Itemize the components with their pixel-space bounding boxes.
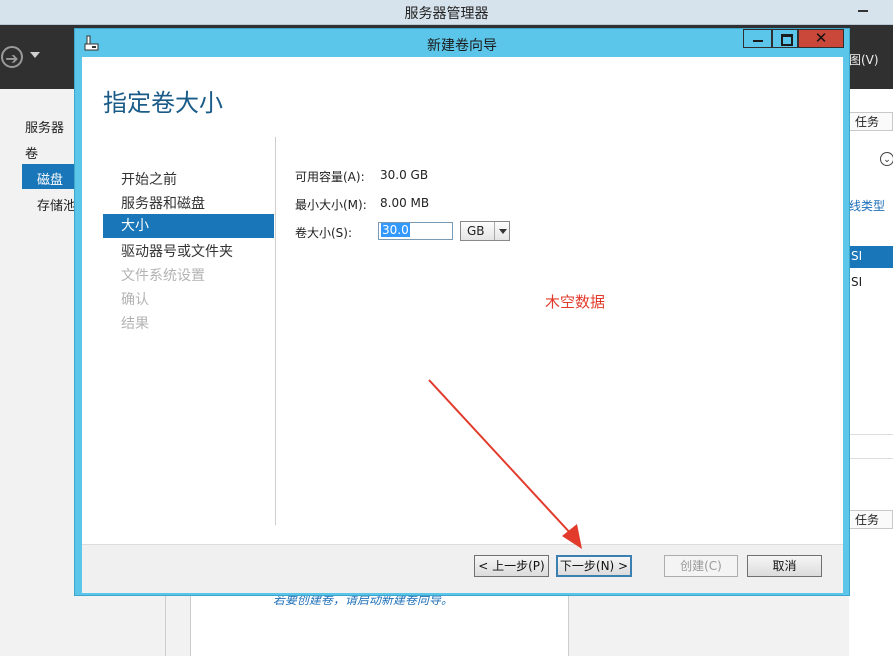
next-button[interactable]: 下一步(N) >	[556, 555, 632, 577]
minimize-icon[interactable]	[743, 29, 772, 48]
nav-item-storage-pools[interactable]: 存储池	[37, 195, 76, 214]
back-arrow-icon[interactable]: ➔	[1, 46, 23, 68]
view-menu[interactable]: 图(V)	[849, 51, 879, 68]
page-title: 指定卷大小	[103, 89, 223, 117]
volume-size-input[interactable]: 30.0	[378, 222, 453, 240]
maximize-icon[interactable]	[772, 29, 798, 48]
wizard-step-results: 结果	[121, 316, 149, 332]
close-icon[interactable]: ✕	[798, 29, 844, 48]
divider	[849, 458, 893, 459]
nav-item-disks[interactable]: 磁盘	[37, 169, 63, 188]
divider	[165, 595, 166, 656]
wizard-step-file-system: 文件系统设置	[121, 268, 205, 284]
wizard-step-size[interactable]: 大小	[103, 214, 274, 238]
table-cell: SI	[851, 275, 863, 289]
wizard-step-before-you-begin[interactable]: 开始之前	[103, 168, 274, 192]
dropdown-icon[interactable]	[30, 52, 40, 58]
create-button: 创建(C)	[664, 555, 738, 577]
size-unit-select[interactable]: GB	[460, 221, 510, 241]
available-capacity-value: 30.0 GB	[380, 168, 429, 182]
divider	[275, 137, 276, 525]
nav-item-volumes[interactable]: 卷	[25, 143, 38, 162]
table-cell: SI	[851, 249, 863, 263]
dialog-footer: < 上一步(P) 下一步(N) > 创建(C) 取消	[82, 544, 843, 593]
select-arrow-icon[interactable]	[494, 222, 510, 240]
nav-item-servers[interactable]: 服务器	[25, 117, 64, 136]
minimum-size-label: 最小大小(M):	[295, 198, 367, 212]
tasks-button-top[interactable]: 任务	[849, 112, 893, 131]
column-header-type[interactable]: 线类型	[849, 197, 885, 214]
watermark-text: 木空数据	[545, 293, 606, 311]
volume-size-value[interactable]: 30.0	[381, 223, 410, 237]
chevron-icon[interactable]: ⌄	[880, 152, 893, 166]
dialog-title: 新建卷向导	[427, 38, 497, 54]
previous-button[interactable]: < 上一步(P)	[474, 555, 549, 577]
minimum-size-value: 8.00 MB	[380, 196, 430, 210]
server-manager-content	[849, 89, 893, 656]
wizard-step-confirmation: 确认	[121, 292, 149, 308]
size-unit-value: GB	[467, 224, 485, 238]
cancel-button[interactable]: 取消	[747, 555, 822, 577]
server-manager-titlebar: 服务器管理器	[0, 0, 893, 25]
new-volume-wizard: 新建卷向导 ✕ 指定卷大小 开始之前 服务器和磁盘 大小 驱动器号或文件夹 文件…	[75, 29, 849, 595]
tasks-button-bottom[interactable]: 任务	[849, 510, 893, 529]
dialog-body: 指定卷大小 开始之前 服务器和磁盘 大小 驱动器号或文件夹 文件系统设置 确认 …	[82, 57, 843, 544]
divider	[849, 434, 893, 435]
wizard-step-server-and-disk[interactable]: 服务器和磁盘	[103, 192, 274, 216]
available-capacity-label: 可用容量(A):	[295, 170, 365, 184]
volume-size-label: 卷大小(S):	[295, 226, 353, 240]
server-manager-title: 服务器管理器	[404, 6, 489, 22]
minimize-icon[interactable]	[846, 0, 893, 22]
wizard-step-drive-letter[interactable]: 驱动器号或文件夹	[103, 240, 274, 264]
